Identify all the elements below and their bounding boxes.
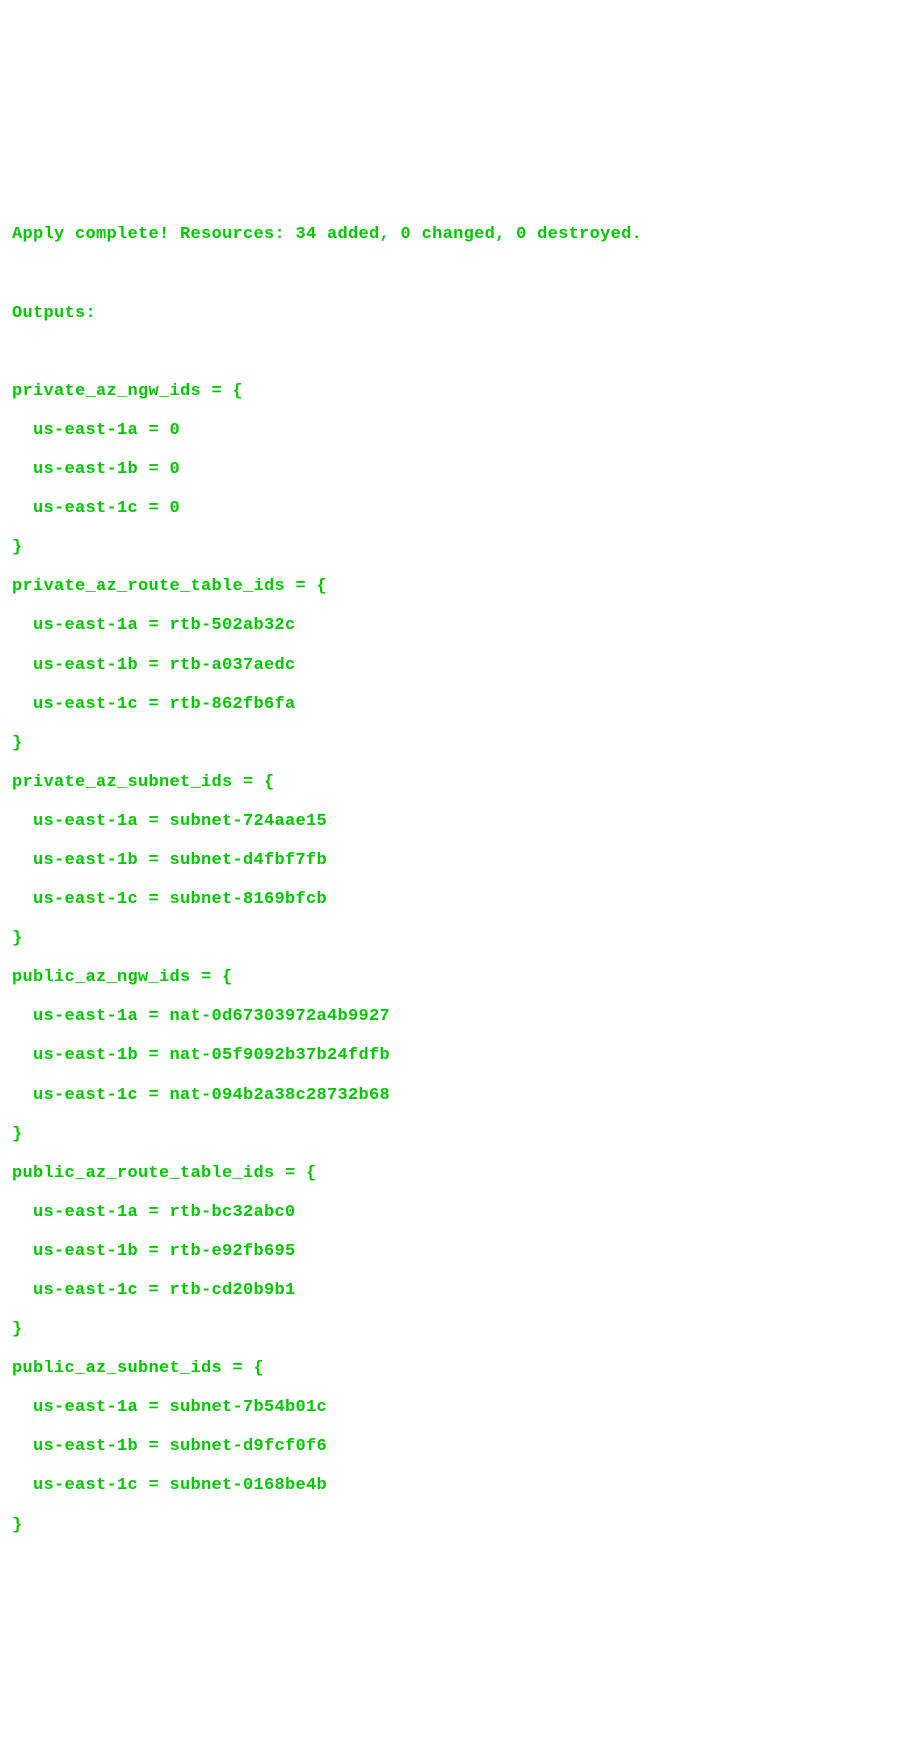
terminal-line-private-ngw-close: } xyxy=(12,538,23,557)
terminal-line-public-subnet-1b: us-east-1b = subnet-d9fcf0f6 xyxy=(12,1437,327,1456)
terminal-line-public-ngw-close: } xyxy=(12,1125,23,1144)
terminal-line-private-ngw-open: private_az_ngw_ids = { xyxy=(12,382,243,401)
terminal-line-private-rtb-1a: us-east-1a = rtb-502ab32c xyxy=(12,616,296,635)
terminal-line-public-ngw-1c: us-east-1c = nat-094b2a38c28732b68 xyxy=(12,1086,390,1105)
terminal-line-public-ngw-1b: us-east-1b = nat-05f9092b37b24fdfb xyxy=(12,1046,390,1065)
terminal-line-private-ngw-1c: us-east-1c = 0 xyxy=(12,499,180,518)
terminal-line-apply-complete: Apply complete! Resources: 34 added, 0 c… xyxy=(12,225,642,244)
terminal-line-private-ngw-1a: us-east-1a = 0 xyxy=(12,421,180,440)
terminal-line-private-subnet-1c: us-east-1c = subnet-8169bfcb xyxy=(12,890,327,909)
terminal-line-private-subnet-1b: us-east-1b = subnet-d4fbf7fb xyxy=(12,851,327,870)
terminal-line-public-rtb-open: public_az_route_table_ids = { xyxy=(12,1164,317,1183)
terminal-line-private-subnet-close: } xyxy=(12,929,23,948)
terminal-line-private-rtb-1c: us-east-1c = rtb-862fb6fa xyxy=(12,695,296,714)
terminal-line-public-rtb-1b: us-east-1b = rtb-e92fb695 xyxy=(12,1242,296,1261)
terminal-line-private-rtb-1b: us-east-1b = rtb-a037aedc xyxy=(12,656,296,675)
terminal-line-private-subnet-open: private_az_subnet_ids = { xyxy=(12,773,275,792)
terminal-line-private-subnet-1a: us-east-1a = subnet-724aae15 xyxy=(12,812,327,831)
terminal-line-public-rtb-1a: us-east-1a = rtb-bc32abc0 xyxy=(12,1203,296,1222)
terminal-line-public-subnet-open: public_az_subnet_ids = { xyxy=(12,1359,264,1378)
terminal-line-public-rtb-close: } xyxy=(12,1320,23,1339)
terminal-line-public-ngw-1a: us-east-1a = nat-0d67303972a4b9927 xyxy=(12,1007,390,1026)
terminal-line-public-subnet-1a: us-east-1a = subnet-7b54b01c xyxy=(12,1398,327,1417)
terminal-line-public-subnet-close: } xyxy=(12,1516,23,1535)
terminal-line-private-ngw-1b: us-east-1b = 0 xyxy=(12,460,180,479)
terminal-line-public-subnet-1c: us-east-1c = subnet-0168be4b xyxy=(12,1476,327,1495)
terminal-line-public-rtb-1c: us-east-1c = rtb-cd20b9b1 xyxy=(12,1281,296,1300)
terminal-line-public-ngw-open: public_az_ngw_ids = { xyxy=(12,968,233,987)
terminal-output: Apply complete! Resources: 34 added, 0 c… xyxy=(12,176,902,1544)
terminal-line-private-rtb-open: private_az_route_table_ids = { xyxy=(12,577,327,596)
terminal-line-outputs-header: Outputs: xyxy=(12,304,96,323)
terminal-line-private-rtb-close: } xyxy=(12,734,23,753)
